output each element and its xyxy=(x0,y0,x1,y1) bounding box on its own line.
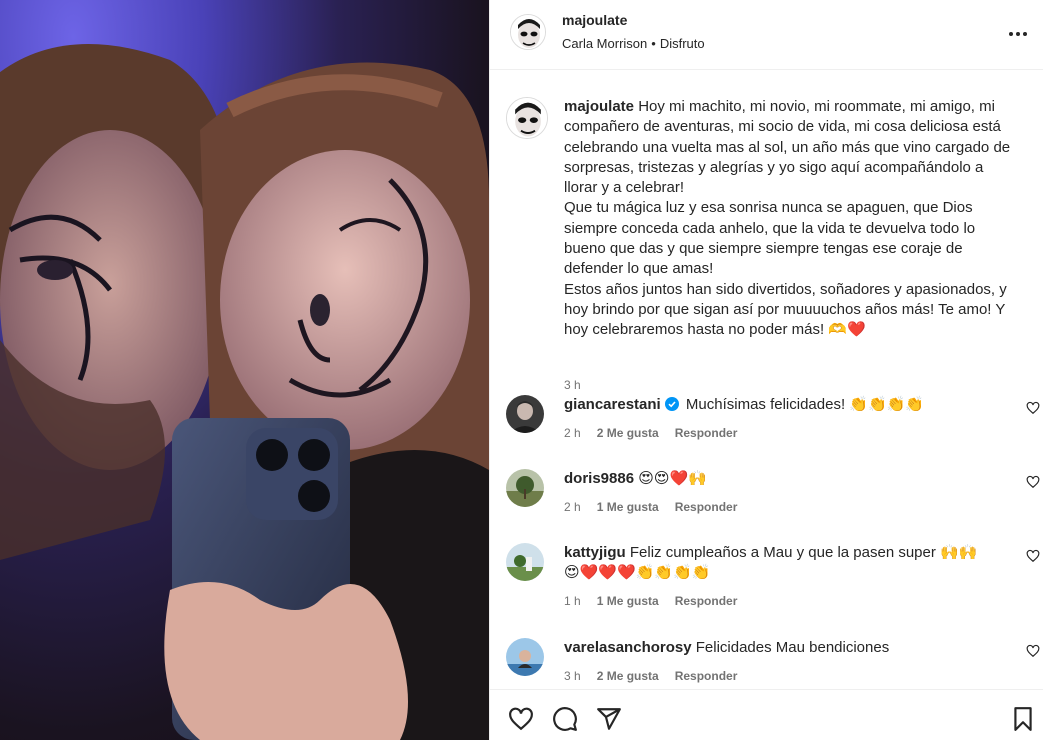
comments-section[interactable]: majoulate Hoy mi machito, mi novio, mi r… xyxy=(490,71,1043,689)
heart-icon[interactable] xyxy=(508,706,534,732)
comment-text: 😍😍❤️🙌 xyxy=(638,470,707,487)
comment-meta: 2 h 1 Me gusta Responder xyxy=(564,500,753,514)
comment-username[interactable]: varelasanchorosy xyxy=(564,639,692,656)
comment-like-heart-icon[interactable] xyxy=(1026,475,1040,489)
audio-track[interactable]: Disfruto xyxy=(660,36,705,51)
comment-likes[interactable]: 1 Me gusta xyxy=(597,500,659,514)
comment-timestamp[interactable]: 1 h xyxy=(564,594,581,608)
comment-avatar[interactable] xyxy=(506,395,544,433)
author-username[interactable]: majoulate xyxy=(562,12,627,28)
comment-avatar[interactable] xyxy=(506,638,544,676)
comment-timestamp[interactable]: 3 h xyxy=(564,669,581,683)
selfie-illustration xyxy=(0,44,489,740)
caption-timestamp[interactable]: 3 h xyxy=(564,378,581,392)
post-details-panel: majoulate Carla Morrison • Disfruto majoul… xyxy=(489,0,1043,740)
comment-body: doris9886 😍😍❤️🙌 xyxy=(564,469,994,489)
comment-timestamp[interactable]: 2 h xyxy=(564,426,581,440)
comment-text: Felicidades Mau bendiciones xyxy=(695,639,890,656)
comment-like-heart-icon[interactable] xyxy=(1026,549,1040,563)
caption-line: hoy brindo por que sigan así por muuuuch… xyxy=(564,300,1006,318)
comment-username[interactable]: doris9886 xyxy=(564,470,634,487)
caption-text: majoulate Hoy mi machito, mi novio, mi r… xyxy=(564,97,1034,341)
post-actions-bar xyxy=(490,689,1043,740)
caption-line: Estos años juntos han sido divertidos, s… xyxy=(564,280,1007,298)
verified-badge-icon xyxy=(664,397,679,411)
comment-meta: 1 h 1 Me gusta Responder xyxy=(564,594,753,608)
audio-attribution[interactable]: Carla Morrison • Disfruto xyxy=(562,36,705,51)
caption-line: Que tu mágica luz y esa sonrisa nunca se… xyxy=(564,199,973,217)
caption-line: Hoy mi machito, mi novio, mi roommate, m… xyxy=(638,98,995,115)
post-header: majoulate Carla Morrison • Disfruto xyxy=(490,0,1043,70)
comment-avatar[interactable] xyxy=(506,469,544,507)
caption-line: hoy celebraremos hasta no poder más! 🫶❤️ xyxy=(564,321,866,339)
comment-text: Muchísimas felicidades! 👏👏👏👏 xyxy=(685,396,924,413)
comment-body: kattyjigu Feliz cumpleaños a Mau y que l… xyxy=(564,543,994,583)
audio-separator: • xyxy=(651,36,656,51)
comment-body: varelasanchorosy Felicidades Mau bendici… xyxy=(564,638,994,658)
send-icon[interactable] xyxy=(596,706,622,732)
comment-text-line2: 😍❤️❤️❤️👏👏👏👏 xyxy=(564,564,711,581)
caption-line: bueno que das y que siempre siempre teng… xyxy=(564,240,963,258)
caption-line: llorar y a celebrar! xyxy=(564,179,685,197)
reply-button[interactable]: Responder xyxy=(675,500,738,514)
comment-text: Feliz cumpleaños a Mau y que la pasen su… xyxy=(629,544,978,561)
caption-line: siempre conceda cada anhelo, que la vida… xyxy=(564,219,976,237)
caption-username[interactable]: majoulate xyxy=(564,98,634,115)
comment-username[interactable]: kattyjigu xyxy=(564,544,626,561)
reply-button[interactable]: Responder xyxy=(675,594,738,608)
comment-like-heart-icon[interactable] xyxy=(1026,644,1040,658)
caption-line: celebrando una vuelta mas al sol, un año… xyxy=(564,138,1011,156)
bookmark-icon[interactable] xyxy=(1010,706,1036,732)
more-horizontal-icon[interactable] xyxy=(1006,22,1030,46)
caption-line: sorpresas, tristezas y alegrías y yo sig… xyxy=(564,158,984,176)
comment-meta: 3 h 2 Me gusta Responder xyxy=(564,669,753,683)
author-avatar[interactable] xyxy=(510,14,546,50)
post-media-photo[interactable] xyxy=(0,0,489,740)
comment-avatar[interactable] xyxy=(506,543,544,581)
caption-line: compañero de aventuras, mi socio de vida… xyxy=(564,118,1001,136)
comment-likes[interactable]: 1 Me gusta xyxy=(597,594,659,608)
comment-body: giancarestani Muchísimas felicidades! 👏👏… xyxy=(564,395,994,415)
audio-artist[interactable]: Carla Morrison xyxy=(562,36,647,51)
comment-meta: 2 h 2 Me gusta Responder xyxy=(564,426,753,440)
reply-button[interactable]: Responder xyxy=(675,426,738,440)
comment-username[interactable]: giancarestani xyxy=(564,396,661,413)
caption-line: defender lo que amas! xyxy=(564,260,714,278)
comment-likes[interactable]: 2 Me gusta xyxy=(597,426,659,440)
caption-avatar[interactable] xyxy=(506,97,548,139)
comment-like-heart-icon[interactable] xyxy=(1026,401,1040,415)
comment-timestamp[interactable]: 2 h xyxy=(564,500,581,514)
reply-button[interactable]: Responder xyxy=(675,669,738,683)
comment-likes[interactable]: 2 Me gusta xyxy=(597,669,659,683)
comment-icon[interactable] xyxy=(552,706,578,732)
